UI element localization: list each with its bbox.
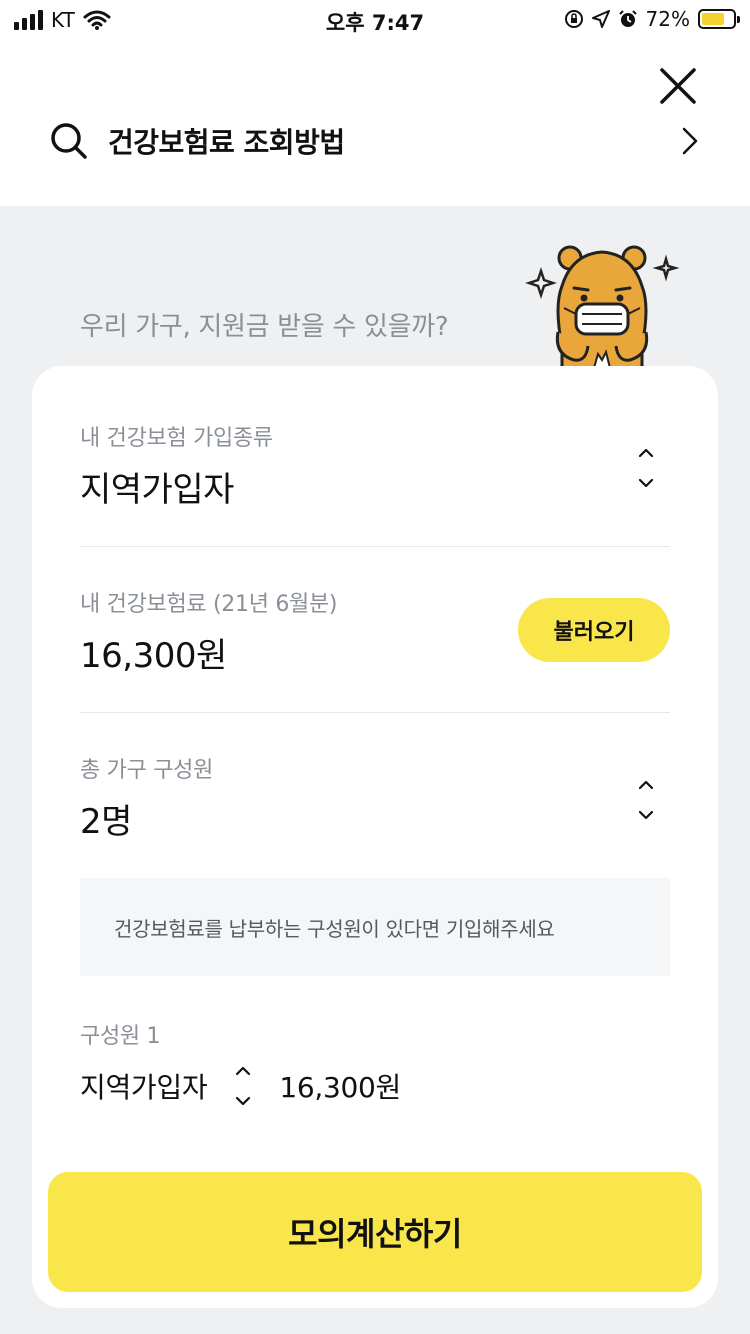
- load-premium-button[interactable]: 불러오기: [518, 598, 670, 662]
- search-link[interactable]: 건강보험료 조회방법: [50, 118, 700, 164]
- battery-charging-icon: [698, 9, 740, 29]
- household-size-value: 2명: [80, 802, 132, 842]
- ryan-mascot-icon: [525, 245, 680, 368]
- divider: [80, 712, 670, 713]
- orientation-lock-icon: [564, 10, 583, 28]
- insurance-type-label: 내 건강보험 가입종류: [80, 426, 273, 451]
- household-size-label: 총 가구 구성원: [80, 758, 214, 783]
- insurance-type-value: 지역가입자: [80, 470, 234, 510]
- calculator-card: 내 건강보험 가입종류 지역가입자 내 건강보험료 (21년 6월분) 16,3…: [32, 366, 718, 1308]
- chevron-updown-icon: [638, 780, 654, 820]
- search-icon: [51, 123, 87, 159]
- simulate-button[interactable]: 모의계산하기: [48, 1172, 702, 1292]
- location-icon: [591, 10, 610, 28]
- member-1-amount[interactable]: 16,300원: [279, 1066, 401, 1106]
- banner-question: 우리 가구, 지원금 받을 수 있을까?: [80, 312, 449, 342]
- alarm-icon: [618, 10, 637, 27]
- member-1-type[interactable]: 지역가입자: [80, 1066, 208, 1106]
- top-header: KT 오후 7:47 72% 건강보험료 조회방법: [0, 0, 750, 206]
- battery-fill: [702, 13, 724, 25]
- chevron-updown-icon: [638, 448, 654, 488]
- chevron-updown-icon[interactable]: [233, 1064, 253, 1108]
- close-icon[interactable]: [658, 66, 698, 106]
- member-notice: 건강보험료를 납부하는 구성원이 있다면 기입해주세요: [80, 878, 670, 976]
- member-1: 구성원 1 지역가입자 16,300원: [80, 1018, 401, 1108]
- battery-percent: 72%: [645, 7, 690, 31]
- search-query: 건강보험료 조회방법: [108, 126, 345, 159]
- status-bar: KT 오후 7:47 72%: [0, 0, 750, 40]
- member-1-label: 구성원 1: [80, 1024, 161, 1049]
- divider: [80, 546, 670, 547]
- household-size-selector[interactable]: 총 가구 구성원 2명: [80, 752, 670, 843]
- insurance-type-selector[interactable]: 내 건강보험 가입종류 지역가입자: [80, 420, 670, 511]
- status-right: 72%: [564, 7, 740, 31]
- chevron-right-icon: [682, 127, 698, 155]
